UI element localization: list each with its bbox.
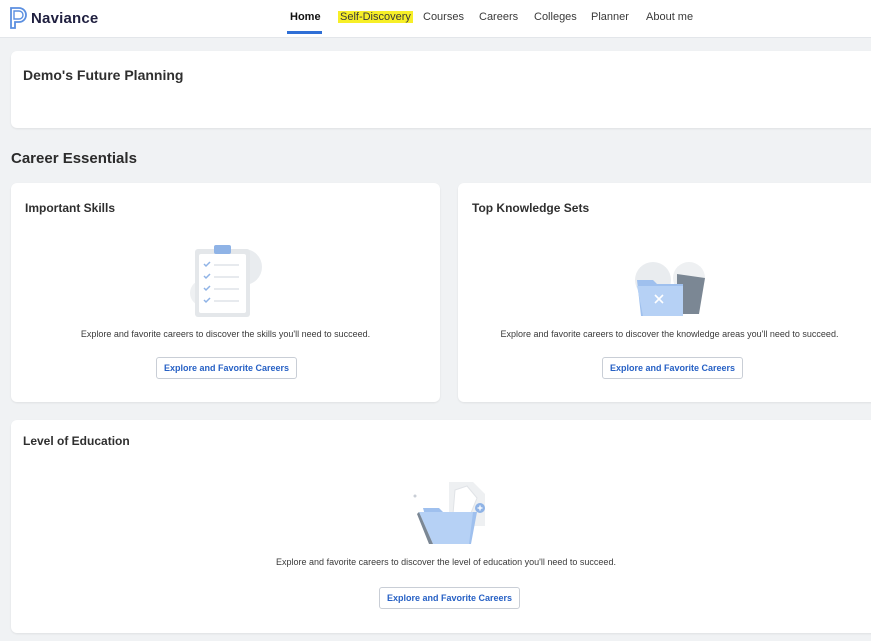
nav-item-colleges[interactable]: Colleges (534, 11, 577, 23)
naviance-logo[interactable]: Naviance (9, 7, 98, 29)
clipboard-checklist-icon (190, 245, 262, 317)
empty-folder-icon (635, 262, 705, 316)
folder-with-documents-icon (413, 482, 485, 544)
top-knowledge-sets-title: Top Knowledge Sets (472, 201, 590, 215)
nav-item-planner[interactable]: Planner (591, 11, 629, 23)
level-of-education-description: Explore and favorite careers to discover… (276, 557, 616, 567)
nav-item-self-discovery-label: Self-Discovery (338, 11, 413, 23)
nav-item-about-me[interactable]: About me (646, 11, 693, 23)
nav-item-careers[interactable]: Careers (479, 11, 518, 23)
active-tab-indicator (287, 31, 322, 34)
top-knowledge-sets-explore-button[interactable]: Explore and Favorite Careers (602, 357, 743, 379)
important-skills-card: Important Skills Explore and favorite ca… (11, 183, 440, 402)
naviance-logo-icon (10, 7, 27, 29)
future-planning-card: Demo's Future Planning (11, 51, 871, 128)
level-of-education-card: Level of Education Explore and favorite … (11, 420, 871, 633)
important-skills-explore-button[interactable]: Explore and Favorite Careers (156, 357, 297, 379)
nav-item-home[interactable]: Home (290, 11, 321, 23)
top-knowledge-sets-card: Top Knowledge Sets Explore and favorite … (458, 183, 871, 402)
page-title: Demo's Future Planning (23, 67, 184, 83)
important-skills-title: Important Skills (25, 201, 116, 215)
nav-item-self-discovery[interactable]: Self-Discovery (338, 11, 413, 23)
level-of-education-explore-button[interactable]: Explore and Favorite Careers (379, 587, 520, 609)
nav-item-courses[interactable]: Courses (423, 11, 464, 23)
important-skills-description: Explore and favorite careers to discover… (80, 329, 371, 339)
top-navigation-bar: Naviance Home Self-Discovery Courses Car… (0, 0, 871, 38)
top-knowledge-sets-description: Explore and favorite careers to discover… (500, 329, 839, 339)
level-of-education-title: Level of Education (23, 434, 130, 448)
section-title-career-essentials: Career Essentials (11, 150, 137, 167)
brand-name: Naviance (31, 9, 99, 27)
